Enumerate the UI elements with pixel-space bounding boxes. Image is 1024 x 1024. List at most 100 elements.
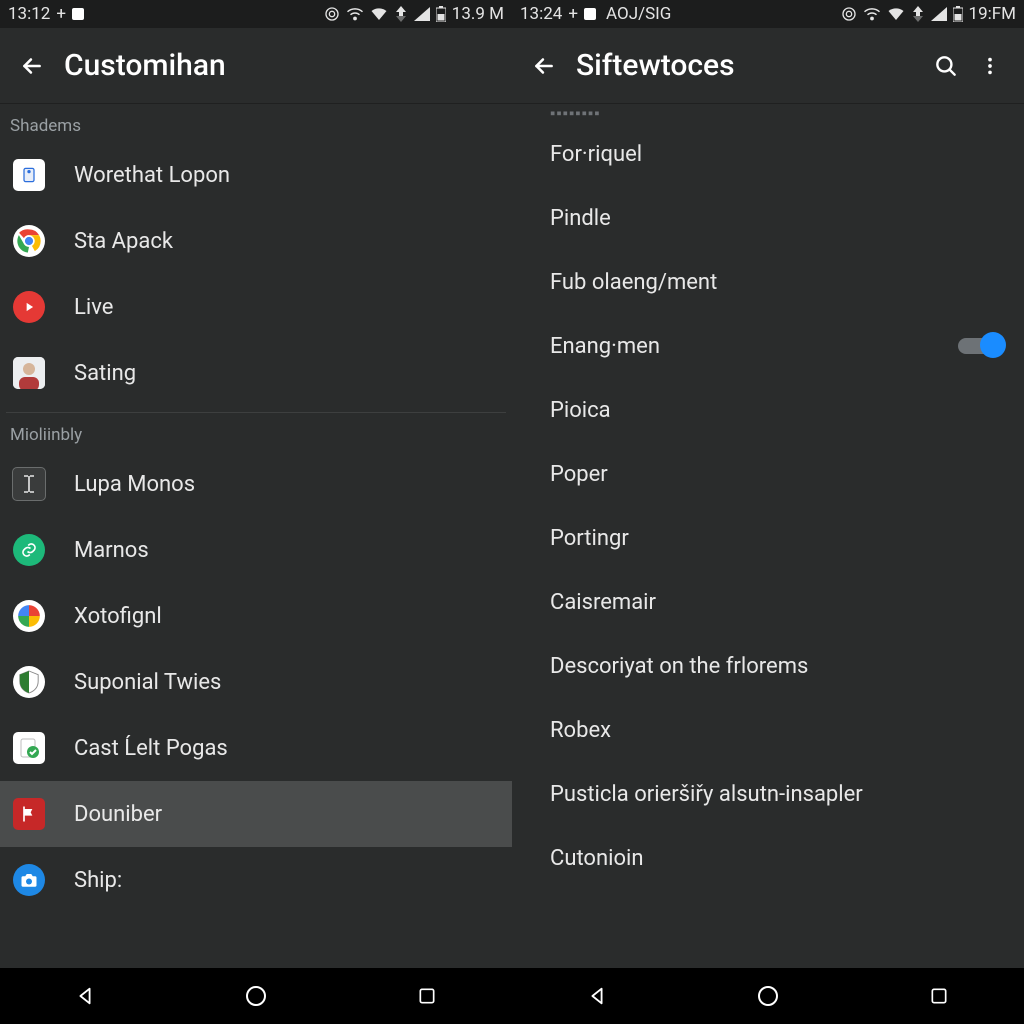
- appbar-left: Customihan: [0, 28, 512, 104]
- row-fub-olaeng[interactable]: Fub olaeng/ment: [512, 250, 1024, 314]
- row-label: Cast Ĺelt Pogas: [74, 736, 500, 761]
- row-forriquel[interactable]: For·riquel: [512, 122, 1024, 186]
- row-label: Sating: [74, 361, 500, 386]
- flag-icon: [13, 798, 45, 830]
- search-button[interactable]: [924, 44, 968, 88]
- navbar-right: [512, 968, 1024, 1024]
- status-clock: 13:24: [520, 4, 562, 24]
- overflow-menu-button[interactable]: [968, 44, 1012, 88]
- back-button[interactable]: [12, 46, 52, 86]
- data-icon: [911, 6, 925, 22]
- pie-icon: [13, 600, 45, 632]
- left-screenshot: 13:12 +: [0, 0, 513, 1024]
- row-label: Poper: [550, 462, 1002, 487]
- wifi-filled-icon: [887, 7, 905, 21]
- row-label: Xotofignl: [74, 604, 500, 629]
- section-header-mioliinbly: Mioliinbly: [0, 413, 512, 451]
- row-label: Lupa Monos: [74, 472, 500, 497]
- status-right-text: 13.9 M: [452, 4, 504, 24]
- status-carrier: AOJ/SIG: [606, 4, 671, 24]
- row-cast-lelt-pogas[interactable]: Cast Ĺelt Pogas: [0, 715, 512, 781]
- row-enang-men[interactable]: Enang·men: [512, 314, 1024, 378]
- status-plus-icon: +: [56, 4, 66, 24]
- content-left[interactable]: Shadems Worethat Lopon Sta Apack Live: [0, 104, 512, 968]
- row-label: Enang·men: [550, 334, 958, 359]
- avatar-icon: [13, 357, 45, 389]
- page-title: Customihan: [64, 48, 500, 83]
- row-label: Live: [74, 295, 500, 320]
- row-suponial-twies[interactable]: Suponial Twies: [0, 649, 512, 715]
- row-label: Pioica: [550, 398, 1002, 423]
- content-right[interactable]: ▪▪▪▪▪▪▪▪ For·riquel Pindle Fub olaeng/me…: [512, 104, 1024, 968]
- row-live[interactable]: Live: [0, 274, 512, 340]
- row-label: Sta Apack: [74, 229, 500, 254]
- toggle-enang-men[interactable]: [958, 334, 1002, 358]
- wifi-outline-icon: [346, 7, 364, 21]
- status-right-text: 19:FM: [969, 4, 1016, 24]
- row-label: Descoriyat on the frlorems: [550, 654, 1002, 679]
- camera-icon: [13, 864, 45, 896]
- row-label: Ship:: [74, 868, 500, 893]
- row-label: For·riquel: [550, 142, 1002, 167]
- switch-on-icon: [958, 334, 1002, 358]
- row-pindle[interactable]: Pindle: [512, 186, 1024, 250]
- shield-icon: [13, 666, 45, 698]
- row-ship[interactable]: Ship:: [0, 847, 512, 913]
- row-sating[interactable]: Sating: [0, 340, 512, 406]
- row-label: Douniber: [74, 802, 500, 827]
- row-label: Suponial Twies: [74, 670, 500, 695]
- nav-home-button[interactable]: [216, 976, 296, 1016]
- status-bar-left: 13:12 +: [0, 0, 512, 28]
- cast-icon: [324, 6, 340, 22]
- nav-recent-button[interactable]: [899, 976, 979, 1016]
- row-label: Portingr: [550, 526, 1002, 551]
- nav-back-button[interactable]: [45, 976, 125, 1016]
- row-pioica[interactable]: Pioica: [512, 378, 1024, 442]
- play-icon: [13, 291, 45, 323]
- row-douniber[interactable]: Douniber: [0, 781, 512, 847]
- row-marnos[interactable]: Marnos: [0, 517, 512, 583]
- notification-square-icon: [72, 8, 84, 20]
- data-icon: [394, 6, 408, 22]
- row-label: Worethat Lopon: [74, 163, 500, 188]
- text-cursor-icon: [12, 467, 46, 501]
- check-doc-icon: [13, 732, 45, 764]
- row-sta-apack[interactable]: Sta Apack: [0, 208, 512, 274]
- battery-icon: [436, 6, 446, 22]
- notification-square-icon: [584, 8, 596, 20]
- signal-icon: [414, 7, 430, 21]
- row-caisremair[interactable]: Caisremair: [512, 570, 1024, 634]
- row-pusticla[interactable]: Pusticla orieršiřy alsutn-insapler: [512, 762, 1024, 826]
- page-title: Siftewtoces: [576, 48, 924, 83]
- signal-icon: [931, 7, 947, 21]
- row-worethat-lopon[interactable]: Worethat Lopon: [0, 142, 512, 208]
- row-cutonioin[interactable]: Cutonioin: [512, 826, 1024, 890]
- row-robex[interactable]: Robex: [512, 698, 1024, 762]
- row-portingr[interactable]: Portingr: [512, 506, 1024, 570]
- cutoff-row: ▪▪▪▪▪▪▪▪: [512, 104, 1024, 122]
- nav-recent-button[interactable]: [387, 976, 467, 1016]
- chrome-icon: [13, 225, 45, 257]
- right-screenshot: 13:24 + AOJ/SIG: [512, 0, 1024, 1024]
- row-poper[interactable]: Poper: [512, 442, 1024, 506]
- row-label: Cutonioin: [550, 846, 1002, 871]
- cast-icon: [841, 6, 857, 22]
- status-clock: 13:12: [8, 4, 50, 24]
- navbar-left: [0, 968, 512, 1024]
- row-label: Fub olaeng/ment: [550, 270, 1002, 295]
- row-descoriyat[interactable]: Descoriyat on the frlorems: [512, 634, 1024, 698]
- row-xotofignl[interactable]: Xotofignl: [0, 583, 512, 649]
- row-lupa-monos[interactable]: Lupa Monos: [0, 451, 512, 517]
- row-label: Pindle: [550, 206, 1002, 231]
- nav-home-button[interactable]: [728, 976, 808, 1016]
- back-button[interactable]: [524, 46, 564, 86]
- status-plus-icon: +: [568, 4, 578, 24]
- link-icon: [13, 534, 45, 566]
- row-label: Robex: [550, 718, 1002, 743]
- nav-back-button[interactable]: [557, 976, 637, 1016]
- row-label: Marnos: [74, 538, 500, 563]
- appbar-right: Siftewtoces: [512, 28, 1024, 104]
- clipboard-icon: [13, 159, 45, 191]
- battery-icon: [953, 6, 963, 22]
- wifi-outline-icon: [863, 7, 881, 21]
